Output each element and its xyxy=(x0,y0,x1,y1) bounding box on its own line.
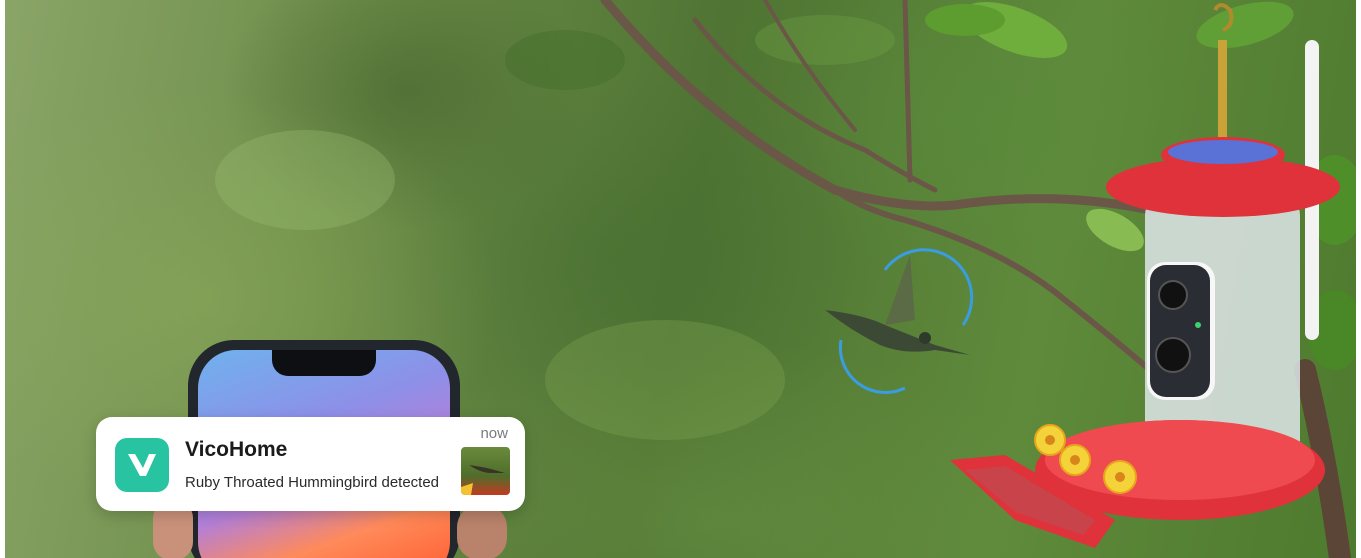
hero-banner: VicoHome Ruby Throated Hummingbird detec… xyxy=(5,0,1356,558)
notification-message: Ruby Throated Hummingbird detected xyxy=(185,474,440,491)
push-notification[interactable]: VicoHome Ruby Throated Hummingbird detec… xyxy=(96,417,525,511)
notification-app-name: VicoHome xyxy=(185,438,288,461)
phone-notch xyxy=(272,350,376,376)
notification-time: now xyxy=(480,425,508,442)
hummingbird xyxy=(825,255,970,355)
hand-thumb xyxy=(457,505,507,558)
vicohome-logo-icon xyxy=(115,438,169,492)
hummingbird-thumbnail xyxy=(461,447,510,495)
